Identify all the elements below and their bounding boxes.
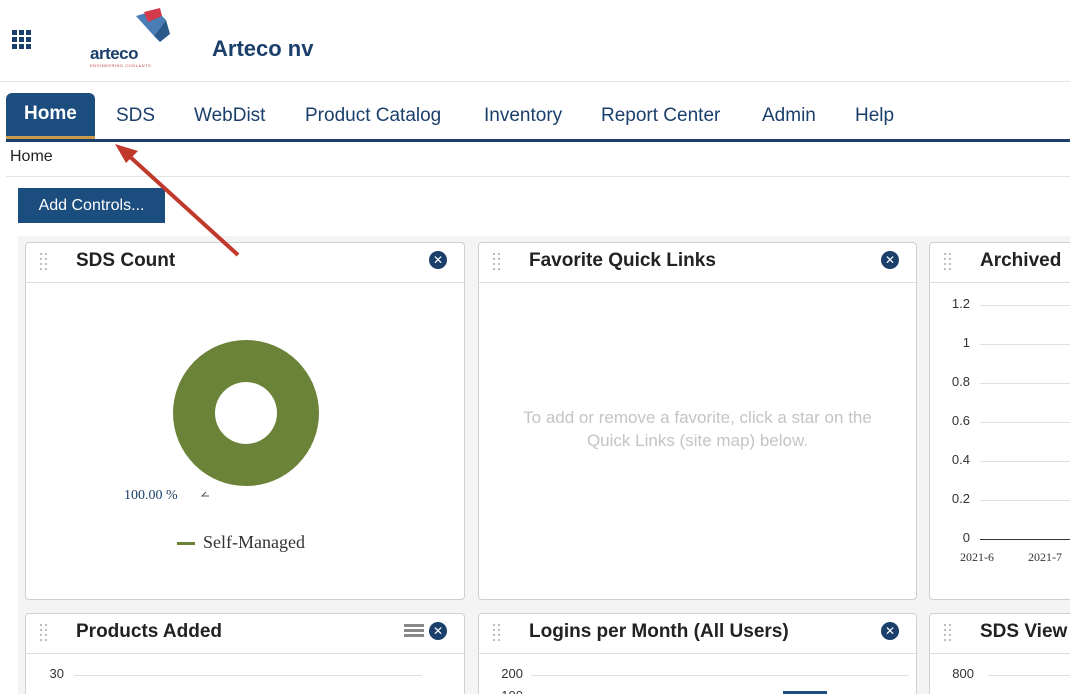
grid-line — [980, 500, 1070, 501]
nav-tab-inventory[interactable]: Inventory — [484, 93, 562, 139]
logo-tagline: ENGINEERING COOLANTS — [90, 63, 152, 68]
empty-favorites-message: To add or remove a favorite, click a sta… — [489, 406, 906, 452]
menu-icon[interactable] — [404, 624, 424, 638]
pie-data-label: 100.00 % — [124, 488, 178, 503]
legend-label: Self-Managed — [203, 532, 305, 552]
widget-header: SDS Count ✕ — [26, 243, 464, 283]
logo-text: arteco — [90, 44, 139, 63]
drag-handle-icon[interactable] — [40, 624, 48, 642]
add-controls-button[interactable]: Add Controls... — [18, 188, 165, 223]
nav-underline — [6, 139, 1070, 142]
x-axis-tick: 2021-6 — [960, 550, 994, 564]
pie-label-leader — [200, 491, 209, 497]
app-header: arteco ENGINEERING COOLANTS Arteco nv — [0, 0, 1070, 82]
grid-line — [980, 344, 1070, 345]
archived-widget: Archived 1.2 1 0.8 0.6 0.4 0.2 0 2021-6 2021-7 — [929, 242, 1070, 600]
y-axis-tick: 1 — [962, 335, 970, 350]
favorite-quick-links-widget: Favorite Quick Links ✕ To add or remove … — [478, 242, 917, 600]
breadcrumb[interactable]: Home — [10, 148, 53, 166]
close-icon[interactable]: ✕ — [881, 622, 899, 640]
close-icon[interactable]: ✕ — [881, 251, 899, 269]
close-icon[interactable]: ✕ — [429, 622, 447, 640]
nav-tab-admin[interactable]: Admin — [762, 93, 816, 139]
y-axis-tick: 0.6 — [951, 413, 970, 428]
y-axis-tick: 0.2 — [951, 491, 970, 506]
x-axis-tick: 2021-7 — [1028, 550, 1062, 564]
y-axis-tick: 0 — [962, 530, 970, 545]
grid-line — [980, 461, 1070, 462]
nav-tab-report-center[interactable]: Report Center — [601, 93, 720, 139]
empty-message-line-1: To add or remove a favorite, click a sta… — [523, 408, 872, 427]
drag-handle-icon[interactable] — [944, 253, 952, 271]
widget-header: Archived — [930, 243, 1070, 283]
y-axis-tick: 100 — [489, 688, 523, 694]
grid-line — [74, 675, 422, 676]
nav-tab-help[interactable]: Help — [855, 93, 894, 139]
grid-line — [980, 383, 1070, 384]
grid-line — [988, 675, 1070, 676]
y-axis-tick: 0.8 — [951, 374, 970, 389]
grid-line — [531, 675, 909, 676]
drag-handle-icon[interactable] — [944, 624, 952, 642]
divider — [6, 176, 1070, 177]
widget-header: Logins per Month (All Users) ✕ — [479, 614, 916, 654]
drag-handle-icon[interactable] — [493, 253, 501, 271]
donut-hole — [215, 382, 277, 444]
nav-tab-home[interactable]: Home — [6, 93, 95, 139]
y-axis-tick: 30 — [49, 666, 64, 681]
logo-mark-icon — [136, 8, 170, 42]
widget-header: Favorite Quick Links ✕ — [479, 243, 916, 283]
drag-handle-icon[interactable] — [40, 253, 48, 271]
y-axis-tick: 800 — [952, 666, 974, 681]
y-axis-tick: 1.2 — [951, 296, 970, 311]
widget-title: SDS Count — [76, 250, 176, 271]
company-name: Arteco nv — [212, 36, 314, 61]
grid-line — [980, 422, 1070, 423]
drag-handle-icon[interactable] — [493, 624, 501, 642]
grid-line — [980, 305, 1070, 306]
widget-header: Products Added ✕ — [26, 614, 464, 654]
y-axis-tick: 200 — [501, 666, 523, 681]
app-launcher-icon[interactable] — [12, 30, 32, 49]
arteco-logo: arteco ENGINEERING COOLANTS — [86, 6, 176, 68]
products-added-widget: Products Added ✕ 30 — [25, 613, 465, 694]
nav-tab-sds[interactable]: SDS — [116, 93, 155, 139]
widget-title: SDS View — [980, 621, 1068, 642]
chart-legend[interactable]: Self-Managed — [177, 532, 305, 553]
logins-per-month-widget: Logins per Month (All Users) ✕ 200 100 — [478, 613, 917, 694]
sds-count-widget: SDS Count ✕ 100.00 % Self-Managed — [25, 242, 465, 600]
nav-tab-product-catalog[interactable]: Product Catalog — [305, 93, 441, 139]
nav-tab-webdist[interactable]: WebDist — [194, 93, 265, 139]
widget-title: Products Added — [76, 621, 223, 642]
widget-title: Archived — [980, 250, 1062, 271]
legend-swatch — [177, 542, 195, 546]
widget-title: Favorite Quick Links — [529, 250, 716, 271]
empty-message-line-2: Quick Links (site map) below. — [586, 431, 809, 450]
sds-views-widget: SDS View 800 — [929, 613, 1070, 694]
main-nav: Home SDS WebDist Product Catalog Invento… — [6, 93, 1070, 139]
y-axis-tick: 0.4 — [951, 452, 970, 467]
close-icon[interactable]: ✕ — [429, 251, 447, 269]
widget-header: SDS View — [930, 614, 1070, 654]
widget-title: Logins per Month (All Users) — [529, 621, 789, 642]
grid-line — [980, 539, 1070, 540]
